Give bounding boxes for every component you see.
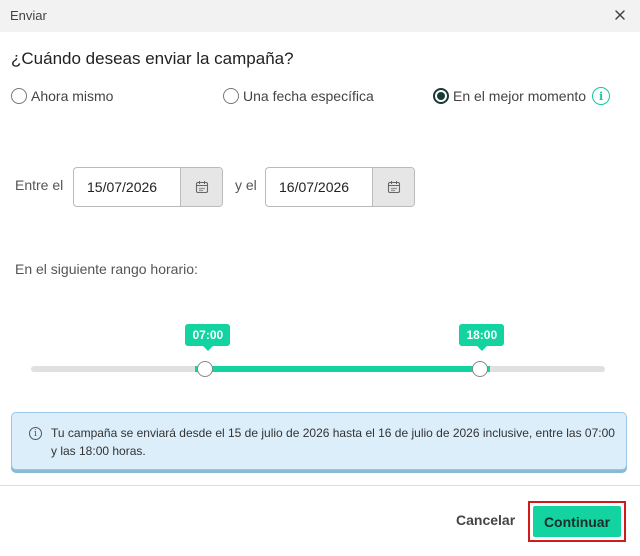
- radio-icon[interactable]: [223, 88, 239, 104]
- continue-button[interactable]: Continuar: [533, 506, 621, 537]
- time-range-slider[interactable]: 07:00 18:00: [31, 324, 605, 377]
- date-from-label: Entre el: [15, 177, 64, 193]
- date-to-value[interactable]: 16/07/2026: [266, 168, 372, 206]
- date-from-field[interactable]: 15/07/2026: [73, 167, 223, 207]
- date-from-value[interactable]: 15/07/2026: [74, 168, 180, 206]
- radio-selected-icon[interactable]: [433, 88, 449, 104]
- slider-start-handle[interactable]: 07:00: [185, 324, 231, 377]
- dialog-titlebar: Enviar: [0, 0, 640, 32]
- date-to-label: y el: [235, 177, 257, 193]
- dialog-title: Enviar: [10, 8, 47, 23]
- option-specific-date[interactable]: Una fecha específica: [223, 86, 374, 106]
- calendar-icon[interactable]: [180, 168, 222, 206]
- slider-range-fill: [195, 366, 491, 372]
- close-icon[interactable]: [610, 5, 630, 25]
- start-time-tooltip: 07:00: [185, 324, 231, 351]
- cancel-button[interactable]: Cancelar: [448, 510, 523, 530]
- notice-text: Tu campaña se enviará desde el 15 de jul…: [51, 426, 615, 458]
- calendar-icon[interactable]: [372, 168, 414, 206]
- info-icon: i: [29, 427, 42, 440]
- footer-divider: [0, 485, 640, 486]
- info-notice: i Tu campaña se enviará desde el 15 de j…: [11, 412, 627, 470]
- date-to-field[interactable]: 16/07/2026: [265, 167, 415, 207]
- option-now[interactable]: Ahora mismo: [11, 86, 113, 106]
- radio-icon[interactable]: [11, 88, 27, 104]
- end-time-tooltip: 18:00: [459, 324, 505, 351]
- info-icon[interactable]: i: [592, 87, 611, 105]
- option-label: En el mejor momento: [453, 88, 587, 104]
- send-question: ¿Cuándo deseas enviar la campaña?: [11, 49, 294, 68]
- time-range-label: En el siguiente rango horario:: [15, 261, 198, 277]
- option-best-time[interactable]: En el mejor momento i: [433, 86, 611, 106]
- slider-end-handle[interactable]: 18:00: [459, 324, 505, 377]
- option-label: Ahora mismo: [31, 88, 114, 104]
- continue-button-highlight: Continuar: [528, 501, 626, 542]
- option-label: Una fecha específica: [243, 88, 374, 104]
